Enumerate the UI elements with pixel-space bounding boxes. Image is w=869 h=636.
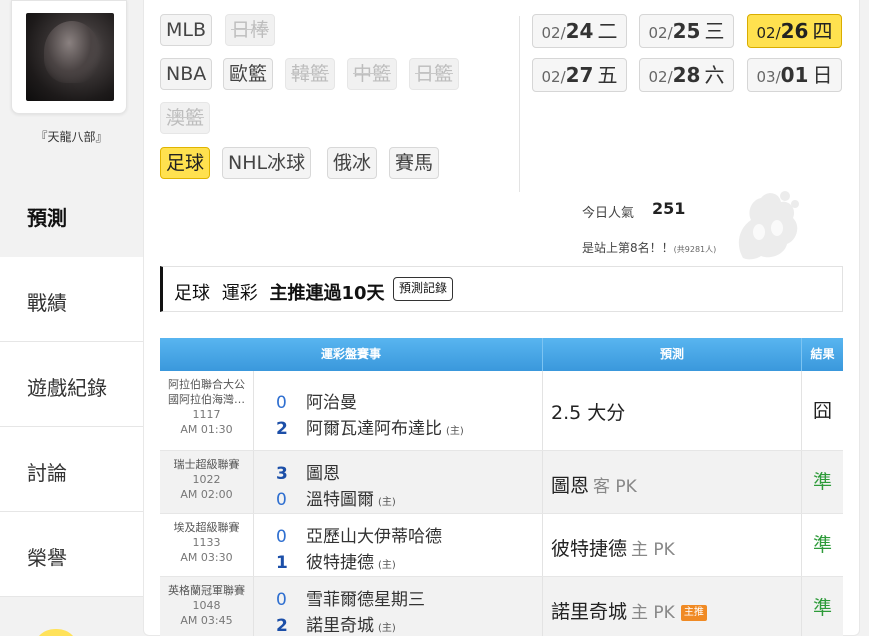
nav-item-record[interactable]: 戰績: [0, 257, 143, 342]
divider: [519, 16, 520, 192]
prediction-text: 諾里奇城主 PK 主推: [551, 597, 707, 624]
sport-tab-horse-racing[interactable]: 賽馬: [389, 147, 440, 179]
header-prediction: 預測: [543, 338, 802, 371]
away-team: 0 雪菲爾德星期三: [276, 590, 425, 610]
nav-item-label: 討論: [27, 461, 67, 485]
nav-item-label: 預測: [27, 206, 67, 230]
nav-item-label: 榮譽: [27, 546, 67, 570]
prediction-text: 2.5 大分: [551, 402, 626, 424]
home-team: 1 彼特捷德 (主): [276, 553, 396, 573]
nav-item-predict[interactable]: 預測: [0, 172, 143, 257]
teams-cell: 0 亞歷山大伊蒂哈德 1 彼特捷德 (主): [254, 514, 543, 576]
sport-tab-npb: 日棒: [225, 14, 276, 46]
sport-tab-nhl[interactable]: NHL冰球: [222, 147, 312, 179]
away-team: 0 亞歷山大伊蒂哈德: [276, 527, 442, 547]
prediction-cell: 諾里奇城主 PK 主推: [543, 577, 802, 636]
sport-tab-korea-basketball: 韓籃: [285, 58, 336, 90]
away-team: 3 圖恩: [276, 464, 340, 484]
page: 『天龍八部』 預測 戰績 遊戲紀錄 討論 榮譽 MLB 日棒 NBA 歐籃 韓籃…: [0, 0, 869, 636]
teams-cell: 0 阿治曼 2 阿爾瓦達阿布達比 (主): [254, 371, 543, 450]
league-cell: 埃及超級聯賽 1133 AM 03:30: [160, 514, 254, 576]
popularity-label: 今日人氣: [582, 206, 635, 221]
avatar-card: [11, 0, 127, 114]
sport-tab-mlb[interactable]: MLB: [160, 14, 213, 46]
section-title-bar: 足球 運彩 主推連過10天 預測記錄: [160, 266, 843, 312]
sport-tab-khl[interactable]: 俄冰: [327, 147, 378, 179]
home-team: 0 溫特圖爾 (主): [276, 490, 396, 510]
sport-tab-japan-basketball: 日籃: [409, 58, 460, 90]
sport-tab-soccer[interactable]: 足球: [160, 147, 211, 179]
table-row[interactable]: 阿拉伯聯合大公 國阿拉伯海灣… 1117 AM 01:30 0 阿治曼 2 阿爾瓦達…: [160, 371, 843, 451]
teams-cell: 3 圖恩 0 溫特圖爾 (主): [254, 451, 543, 513]
prediction-text: 圖恩客 PK: [551, 475, 637, 497]
header-result: 結果: [810, 347, 835, 361]
rank-text: 是站上第8名！！(共9281人): [582, 241, 717, 255]
result-cell: 準: [812, 534, 832, 556]
popularity-count: 251: [652, 199, 686, 218]
league-cell: 瑞士超級聯賽 1022 AM 02:00: [160, 451, 254, 513]
nav-item-game-log[interactable]: 遊戲紀錄: [0, 342, 143, 427]
table-row[interactable]: 埃及超級聯賽 1133 AM 03:30 0 亞歷山大伊蒂哈德 1 彼特捷德 (主) …: [160, 514, 843, 577]
nav-item-label: 遊戲紀錄: [27, 376, 107, 400]
featured-badge: 主推: [680, 605, 707, 621]
date-button-0225[interactable]: 02/25 三: [639, 14, 734, 48]
date-button-0224[interactable]: 02/24 二: [532, 14, 627, 48]
sport-tab-aus-basketball: 澳籃: [160, 102, 211, 134]
sport-tab-china-basketball: 中籃: [347, 58, 398, 90]
home-team: 2 阿爾瓦達阿布達比 (主): [276, 419, 464, 439]
nav-item-label: 戰績: [27, 291, 67, 315]
nav-item-honor[interactable]: 榮譽: [0, 512, 143, 597]
prediction-cell: 彼特捷德主 PK: [543, 514, 802, 576]
mascot-watermark-icon: [738, 191, 799, 260]
date-button-0228[interactable]: 02/28 六: [639, 58, 734, 92]
result-cell: 準: [812, 597, 832, 619]
prediction-text: 彼特捷德主 PK: [551, 538, 675, 560]
yellow-badge-icon: [33, 629, 79, 636]
nav-item-discussion[interactable]: 討論: [0, 427, 143, 512]
username: 『天龍八部』: [35, 130, 108, 144]
result-cell: 準: [812, 471, 832, 493]
table-header: 運彩盤賽事 預測 結果: [160, 338, 843, 371]
prediction-cell: 圖恩客 PK: [543, 451, 802, 513]
table-row[interactable]: 英格蘭冠軍聯賽 1048 AM 03:45 0 雪菲爾德星期三 2 諾里奇城 (主) …: [160, 577, 843, 636]
rank-total: (共9281人): [673, 245, 717, 254]
section-title: 足球 運彩 主推連過10天: [174, 283, 385, 304]
left-sidebar: 『天龍八部』 預測 戰績 遊戲紀錄 討論 榮譽: [0, 0, 143, 636]
header-event: 運彩盤賽事: [160, 338, 543, 371]
league-cell: 英格蘭冠軍聯賽 1048 AM 03:45: [160, 577, 254, 636]
date-button-0301[interactable]: 03/01 日: [747, 58, 842, 92]
teams-cell: 0 雪菲爾德星期三 2 諾里奇城 (主): [254, 577, 543, 636]
away-team: 0 阿治曼: [276, 393, 357, 413]
date-button-0227[interactable]: 02/27 五: [532, 58, 627, 92]
result-cell: 囧: [812, 400, 832, 422]
sport-tab-euro-basketball[interactable]: 歐籃: [223, 58, 274, 90]
table-row[interactable]: 瑞士超級聯賽 1022 AM 02:00 3 圖恩 0 溫特圖爾 (主) 圖恩客 PK…: [160, 451, 843, 514]
league-cell: 阿拉伯聯合大公 國阿拉伯海灣… 1117 AM 01:30: [160, 371, 254, 450]
home-team: 2 諾里奇城 (主): [276, 616, 396, 636]
date-button-0226[interactable]: 02/26 四: [747, 14, 842, 48]
sport-tab-nba[interactable]: NBA: [160, 58, 213, 90]
prediction-cell: 2.5 大分: [543, 371, 802, 450]
prediction-history-button[interactable]: 預測記錄: [393, 277, 454, 301]
avatar[interactable]: [26, 13, 114, 101]
